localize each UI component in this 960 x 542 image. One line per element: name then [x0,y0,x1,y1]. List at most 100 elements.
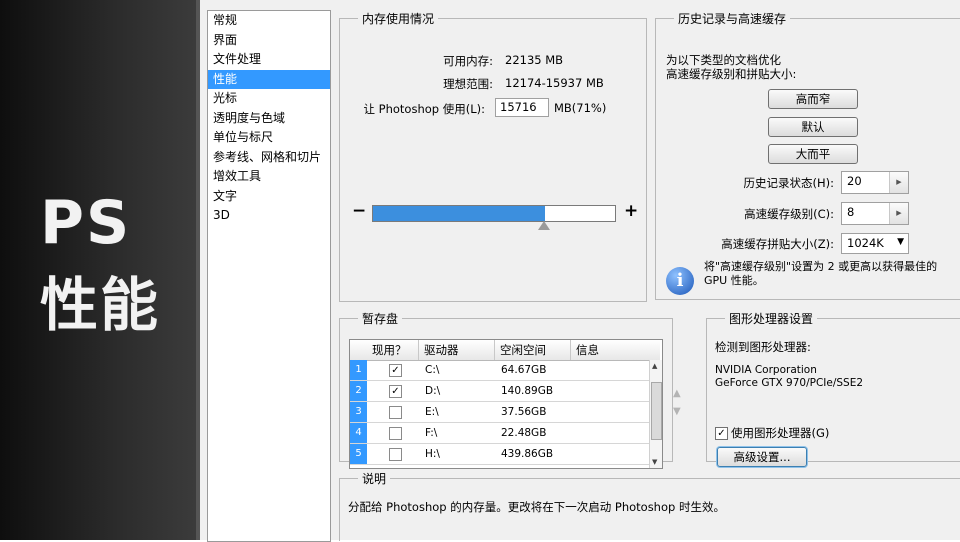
nav-item[interactable]: 文字 [208,187,330,207]
free-space-cell: 22.48GB [501,427,547,439]
spin-arrow-icon[interactable]: ▶ [889,172,908,193]
nav-item[interactable]: 性能 [208,69,330,89]
nav-item[interactable]: 文件处理 [208,50,330,70]
header-active[interactable]: 现用？ [367,340,419,360]
scratch-disks-table[interactable]: 现用？ 驱动器 空闲空间 信息 1 ✓ C:\ 64.67GB 2 ✓ D:\ 140.89G… [349,339,663,469]
chevron-down-icon[interactable]: ▼ [897,237,904,247]
cache-info-text: 将"高速缓存级别"设置为 2 或更高以获得最佳的 GPU 性能。 [704,260,937,288]
cache-info-line2: GPU 性能。 [704,274,764,287]
nav-item[interactable]: 光标 [208,89,330,109]
history-states-value: 20 [847,174,862,188]
move-down-icon[interactable]: ▼ [673,406,681,417]
nav-item[interactable]: 增效工具 [208,167,330,187]
row-number: 4 [350,423,367,443]
history-states-label: 历史记录状态(H): [743,176,835,190]
table-row[interactable]: 3 E:\ 37.56GB [350,402,650,423]
active-checkbox[interactable] [389,406,402,419]
gpu-model: GeForce GTX 970/PCIe/SSE2 [715,377,864,389]
description-text: 分配给 Photoshop 的内存量。更改将在下一次启动 Photoshop 时… [348,500,725,514]
drive-cell: F:\ [425,427,438,439]
active-checkbox[interactable] [389,448,402,461]
memory-slider[interactable]: − + [350,199,640,230]
table-row[interactable]: 2 ✓ D:\ 140.89GB [350,381,650,402]
cache-optimize-line1: 为以下类型的文档优化 [666,53,781,67]
active-checkbox[interactable]: ✓ [389,364,402,377]
overlay-title-performance: 性能 [40,271,161,339]
table-row[interactable]: 1 ✓ C:\ 64.67GB [350,360,650,381]
use-gpu-checkbox[interactable]: ✓ [715,427,728,440]
memory-slider-track[interactable] [372,205,616,222]
default-button[interactable]: 默认 [768,117,858,137]
drive-cell: H:\ [425,448,440,460]
overlay-title-ps: PS [40,188,132,258]
use-gpu-label: 使用图形处理器(G) [731,426,830,440]
scratch-scrollbar[interactable]: ▲ ▼ [649,360,662,468]
scroll-down-icon[interactable]: ▼ [652,458,657,466]
scroll-up-icon[interactable]: ▲ [652,362,657,370]
gpu-detected-label: 检测到图形处理器: [715,340,811,354]
nav-item[interactable]: 常规 [208,11,330,31]
tile-size-value: 1024K [847,236,884,250]
nav-item[interactable]: 透明度与色域 [208,109,330,129]
drive-cell: D:\ [425,385,441,397]
cache-levels-input[interactable]: 8 ▶ [841,202,909,225]
gpu-vendor: NVIDIA Corporation [715,364,817,376]
photoshop-use-label: 让 Photoshop 使用(L): [363,102,486,116]
nav-item[interactable]: 界面 [208,31,330,51]
row-number: 3 [350,402,367,422]
drive-cell: E:\ [425,406,439,418]
memory-usage-legend: 内存使用情况 [362,12,435,26]
drive-cell: C:\ [425,364,440,376]
active-checkbox[interactable]: ✓ [389,385,402,398]
gpu-settings-group: 图形处理器设置 检测到图形处理器: NVIDIA Corporation GeF… [706,310,960,467]
nav-item[interactable]: 参考线、网格和切片 [208,148,330,168]
big-flat-button[interactable]: 大而平 [768,144,858,164]
memory-slider-fill [373,206,545,221]
check-icon: ✓ [391,365,400,376]
row-number: 2 [350,381,367,401]
photoshop-use-unit: MB(71%) [554,101,607,115]
move-up-icon[interactable]: ▲ [673,388,681,399]
cache-optimize-line2: 高速缓存级别和拼贴大小: [666,67,797,81]
ideal-range-value: 12174-15937 MB [505,76,604,90]
tile-size-select[interactable]: 1024K ▼ [841,233,909,254]
preferences-nav-list[interactable]: 常规 界面 文件处理 性能 光标 透明度与色域 单位与标尺 参考线、网格和切片 增效工具 文字 3D [207,10,331,542]
header-free-space[interactable]: 空闲空间 [495,340,571,360]
memory-slider-thumb[interactable] [537,221,550,230]
header-info[interactable]: 信息 [571,340,660,360]
available-memory-label: 可用内存: [443,54,493,68]
nav-item[interactable]: 3D [208,206,330,226]
history-cache-group: 历史记录与高速缓存 为以下类型的文档优化 高速缓存级别和拼贴大小: 高而窄 默认… [655,10,960,300]
table-row[interactable]: 5 H:\ 439.86GB [350,444,650,465]
scroll-thumb[interactable] [651,382,662,440]
free-space-cell: 439.86GB [501,448,554,460]
photoshop-use-input[interactable]: 15716 [495,98,549,117]
minus-icon[interactable]: − [352,201,366,221]
active-checkbox[interactable] [389,427,402,440]
plus-icon[interactable]: + [624,201,638,221]
cache-optimize-desc: 为以下类型的文档优化 高速缓存级别和拼贴大小: [666,53,796,81]
history-states-input[interactable]: 20 ▶ [841,171,909,194]
free-space-cell: 140.89GB [501,385,554,397]
cache-levels-label: 高速缓存级别(C): [744,207,834,221]
history-cache-legend: 历史记录与高速缓存 [678,12,787,26]
ideal-range-label: 理想范围: [443,77,493,91]
spin-arrow-icon[interactable]: ▶ [889,203,908,224]
info-icon: i [666,267,694,295]
tall-thin-button[interactable]: 高而窄 [768,89,858,109]
preferences-dialog: 常规 界面 文件处理 性能 光标 透明度与色域 单位与标尺 参考线、网格和切片 增效工具 文字 3D… [200,0,960,542]
check-icon: ✓ [717,428,726,439]
table-row[interactable]: 4 F:\ 22.48GB [350,423,650,444]
description-legend: 说明 [362,472,387,486]
scratch-disks-legend: 暂存盘 [362,312,399,326]
free-space-cell: 64.67GB [501,364,547,376]
available-memory-value: 22135 MB [505,53,564,67]
nav-item[interactable]: 单位与标尺 [208,128,330,148]
advanced-settings-button[interactable]: 高级设置... [717,447,807,467]
scratch-disks-group: 暂存盘 现用？ 驱动器 空闲空间 信息 1 ✓ C:\ 64.67GB 2 ✓ D:\ 140… [339,310,681,469]
row-number: 5 [350,444,367,464]
header-drive[interactable]: 驱动器 [419,340,495,360]
cache-info-line1: 将"高速缓存级别"设置为 2 或更高以获得最佳的 [704,260,938,273]
check-icon: ✓ [391,386,400,397]
free-space-cell: 37.56GB [501,406,547,418]
